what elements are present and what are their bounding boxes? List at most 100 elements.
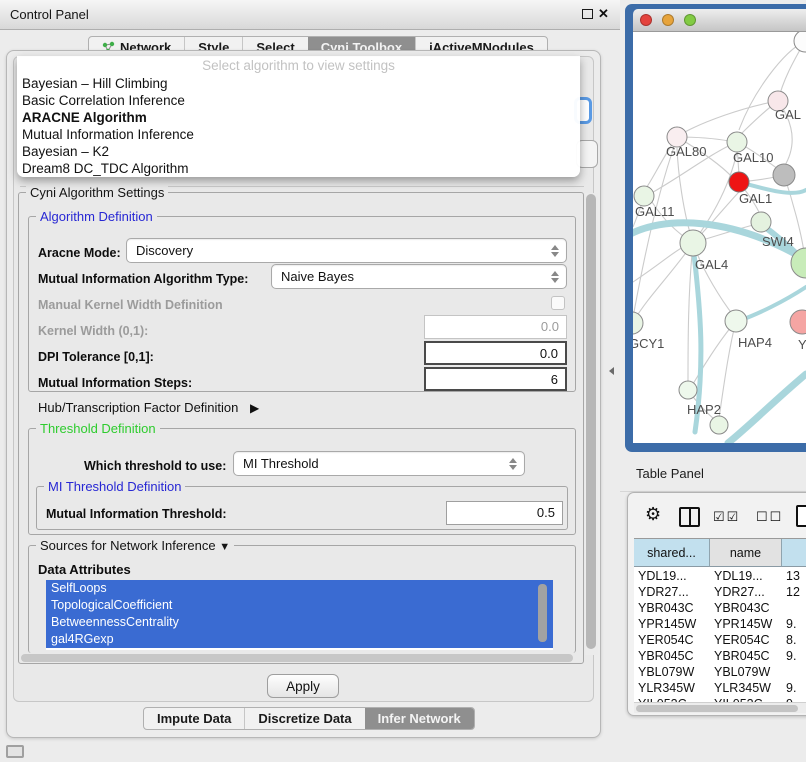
float-window-icon[interactable]: [582, 9, 593, 19]
column-header-shared-name[interactable]: shared...: [634, 539, 710, 567]
node-label: GAL80: [666, 144, 706, 159]
list-item-selected[interactable]: SelfLoops: [46, 580, 553, 597]
table-row[interactable]: YBR043C YBR043C: [634, 600, 806, 616]
aracne-mode-label: Aracne Mode:: [38, 246, 121, 260]
network-node-swi4[interactable]: [751, 212, 771, 232]
control-panel-titlebar: Control Panel ✕: [0, 0, 620, 30]
tab-discretize-data[interactable]: Discretize Data: [244, 708, 364, 729]
scrollbar-thumb[interactable]: [586, 194, 596, 649]
dropdown-item[interactable]: Mutual Information Inference: [17, 126, 580, 143]
control-panel-window: Control Panel ✕ Network Style Select Cyn…: [0, 0, 620, 762]
combo-value: Naive Bayes: [281, 269, 354, 284]
tab-impute-data[interactable]: Impute Data: [144, 708, 244, 729]
stepper-arrows-icon[interactable]: [509, 458, 517, 470]
network-node-gray[interactable]: [773, 164, 795, 186]
scrollbar-thumb[interactable]: [636, 705, 798, 712]
mi-threshold-field[interactable]: 0.5: [446, 501, 563, 525]
cyni-settings-title: Cyni Algorithm Settings: [26, 185, 168, 200]
tab-infer-network[interactable]: Infer Network: [365, 708, 474, 729]
minimize-traffic-light[interactable]: [662, 14, 674, 26]
threshold-definition-title: Threshold Definition: [36, 421, 160, 436]
zoom-traffic-light[interactable]: [684, 14, 696, 26]
collapsed-panel-icon[interactable]: [6, 745, 24, 758]
dpi-tolerance-field[interactable]: 0.0: [424, 341, 567, 365]
manual-kernel-checkbox[interactable]: [551, 296, 565, 310]
mi-steps-field[interactable]: 6: [424, 367, 567, 391]
document-icon[interactable]: [796, 505, 806, 527]
settings-vertical-scrollbar[interactable]: [585, 193, 598, 655]
table-row[interactable]: YPR145W YPR145W 9.: [634, 616, 806, 632]
panel-splitter-arrow[interactable]: [609, 367, 614, 375]
which-threshold-combo[interactable]: MI Threshold: [233, 451, 525, 476]
aracne-mode-combo[interactable]: Discovery: [126, 238, 567, 263]
table-panel-title: Table Panel: [636, 466, 704, 481]
table-row[interactable]: YER054C YER054C 8.: [634, 632, 806, 648]
node-label: Y: [798, 337, 806, 352]
table-panel-window: ⚙ ☑☑ ☐☐ shared... name A YDL19... YDL19.…: [627, 492, 806, 716]
sources-toggle[interactable]: Sources for Network Inference ▼: [36, 538, 234, 553]
mi-type-combo[interactable]: Naive Bayes: [271, 264, 567, 289]
node-label: GAL4: [695, 257, 728, 272]
network-node-gal10[interactable]: [727, 132, 747, 152]
expand-arrow-icon[interactable]: ▼: [219, 541, 230, 553]
table-horizontal-scrollbar[interactable]: [634, 702, 806, 713]
data-attributes-list[interactable]: SelfLoops TopologicalCoefficient Between…: [46, 580, 553, 650]
network-node-salmon[interactable]: [790, 310, 806, 334]
close-traffic-light[interactable]: [640, 14, 652, 26]
apply-button[interactable]: Apply: [267, 674, 339, 698]
list-item-selected[interactable]: gal4RGexp: [46, 631, 553, 648]
network-node-gal11[interactable]: [634, 186, 654, 206]
network-node[interactable]: [794, 32, 806, 52]
select-columns-unchecked-icon[interactable]: ☐☐: [756, 509, 783, 525]
stepper-arrows-icon[interactable]: [551, 245, 559, 257]
list-item-selected[interactable]: TopologicalCoefficient: [46, 597, 553, 614]
close-icon[interactable]: ✕: [598, 6, 609, 22]
network-node-hap2[interactable]: [679, 381, 697, 399]
dropdown-item[interactable]: Bayesian – K2: [17, 143, 580, 160]
mi-threshold-title: MI Threshold Definition: [44, 479, 185, 494]
select-columns-checked-icon[interactable]: ☑☑: [713, 509, 740, 525]
split-columns-icon[interactable]: [679, 507, 700, 527]
mi-threshold-label: Mutual Information Threshold:: [46, 507, 227, 521]
kernel-width-field[interactable]: 0.0: [424, 315, 567, 339]
dropdown-item-selected[interactable]: ARACNE Algorithm: [17, 109, 580, 126]
list-scrollbar-thumb[interactable]: [538, 584, 547, 642]
stepper-arrows-icon[interactable]: [551, 271, 559, 283]
list-item-selected[interactable]: BetweennessCentrality: [46, 614, 553, 631]
dropdown-item[interactable]: Dream8 DC_TDC Algorithm: [17, 160, 580, 177]
network-window-titlebar[interactable]: [633, 9, 806, 32]
node-label: GCY1: [633, 336, 664, 351]
dropdown-item[interactable]: Basic Correlation Inference: [17, 92, 580, 109]
table-row[interactable]: YBR045C YBR045C 9.: [634, 648, 806, 664]
node-label: HAP2: [687, 402, 721, 417]
network-node-hap4[interactable]: [725, 310, 747, 332]
kernel-width-label: Kernel Width (0,1):: [38, 324, 148, 338]
network-node-selected-red[interactable]: [729, 172, 749, 192]
table-row[interactable]: YDR27... YDR27... 12: [634, 584, 806, 600]
table-row[interactable]: YBL079W YBL079W: [634, 664, 806, 680]
column-header-partial[interactable]: A: [782, 539, 806, 567]
hub-definition-toggle[interactable]: Hub/Transcription Factor Definition ▶: [38, 400, 259, 415]
data-attributes-label: Data Attributes: [38, 562, 131, 577]
node-label: GAL: [775, 107, 801, 122]
network-node-gal4[interactable]: [680, 230, 706, 256]
scrollbar-thumb[interactable]: [21, 654, 573, 662]
table-row[interactable]: YLR345W YLR345W 9.: [634, 680, 806, 696]
collapse-arrow-icon[interactable]: ▶: [250, 401, 259, 415]
table-panel-header: Table Panel: [620, 452, 806, 492]
combo-value: MI Threshold: [243, 456, 319, 471]
settings-horizontal-scrollbar[interactable]: [20, 653, 578, 663]
bottom-tabbar: Impute Data Discretize Data Infer Networ…: [143, 707, 475, 730]
dropdown-placeholder: Select algorithm to view settings: [17, 56, 580, 75]
column-header-name[interactable]: name: [710, 539, 782, 567]
network-node[interactable]: [710, 416, 728, 434]
node-label: GAL10: [733, 150, 773, 165]
gear-icon[interactable]: ⚙: [645, 504, 661, 525]
dpi-tolerance-label: DPI Tolerance [0,1]:: [38, 350, 154, 364]
network-canvas[interactable]: GAL GAL80 GAL10 GAL1 GAL11 SWI4 GAL4 GCY…: [633, 32, 806, 443]
network-node-gcy1[interactable]: [633, 312, 643, 334]
dropdown-item[interactable]: Bayesian – Hill Climbing: [17, 75, 580, 92]
table-row[interactable]: YDL19... YDL19... 13: [634, 568, 806, 584]
mi-type-label: Mutual Information Algorithm Type:: [38, 272, 248, 286]
network-view-window: GAL GAL80 GAL10 GAL1 GAL11 SWI4 GAL4 GCY…: [625, 4, 806, 452]
